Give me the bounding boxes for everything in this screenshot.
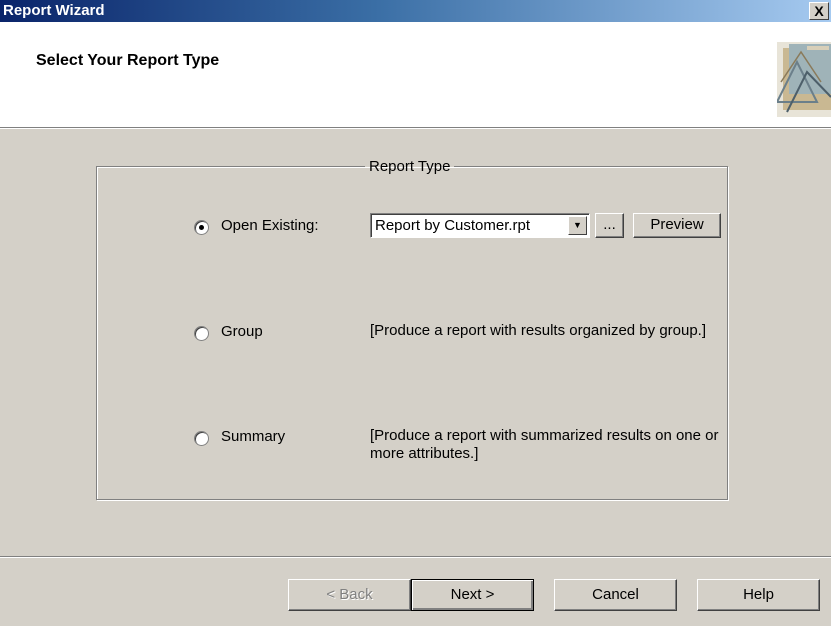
wizard-header: Select Your Report Type (0, 22, 831, 128)
group-radio[interactable] (194, 326, 209, 341)
existing-report-select[interactable]: Report by Customer.rpt ▼ (370, 213, 590, 238)
chevron-down-icon[interactable]: ▼ (568, 216, 587, 235)
preview-button[interactable]: Preview (633, 213, 721, 238)
summary-description: [Produce a report with summarized result… (370, 427, 719, 462)
report-wizard-logo-icon (777, 42, 831, 117)
summary-radio[interactable] (194, 431, 209, 446)
open-existing-radio[interactable] (194, 220, 209, 235)
title-bar: Report Wizard X (0, 0, 831, 22)
next-button[interactable]: Next > (411, 579, 534, 611)
group-description: [Produce a report with results organized… (370, 322, 707, 339)
back-button[interactable]: < Back (288, 579, 411, 611)
close-button[interactable]: X (809, 2, 829, 20)
browse-button[interactable]: ... (595, 213, 624, 238)
group-label[interactable]: Group (221, 323, 263, 340)
header-separator (0, 128, 831, 129)
page-title: Select Your Report Type (36, 52, 220, 69)
cancel-button[interactable]: Cancel (554, 579, 677, 611)
window-title: Report Wizard (3, 2, 105, 19)
summary-label[interactable]: Summary (221, 428, 285, 445)
help-button[interactable]: Help (697, 579, 820, 611)
existing-report-value: Report by Customer.rpt (375, 217, 531, 234)
report-type-legend: Report Type (369, 158, 451, 175)
open-existing-label[interactable]: Open Existing: (221, 217, 319, 234)
footer-separator-highlight (0, 557, 831, 558)
radio-selected-dot (199, 225, 204, 230)
